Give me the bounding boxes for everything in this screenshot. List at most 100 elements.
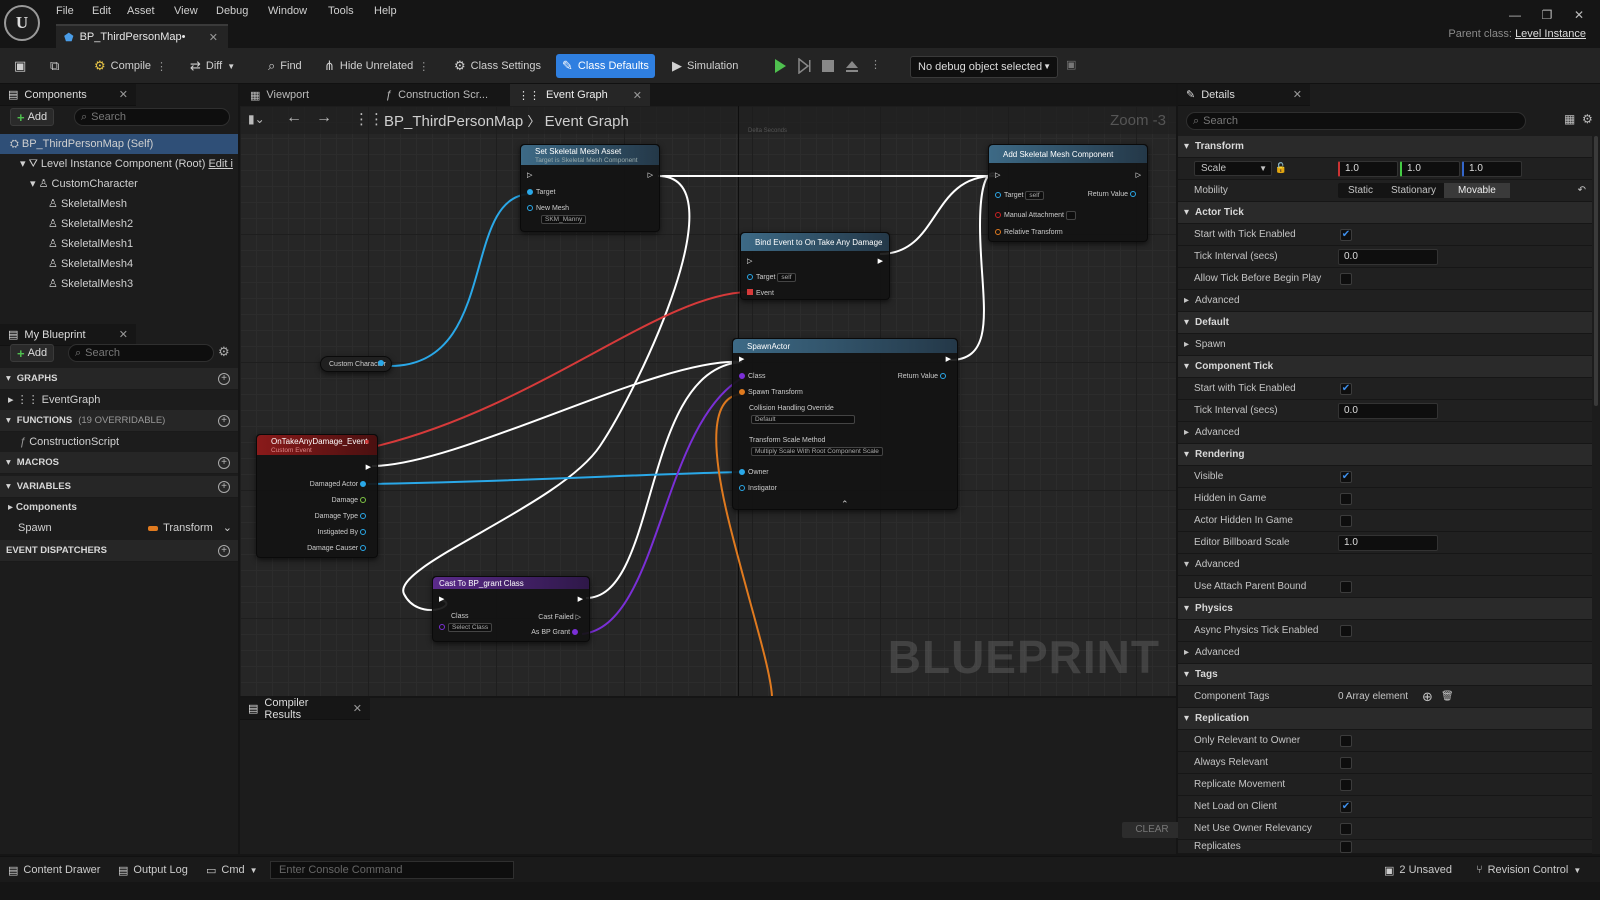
tree-item-root[interactable]: ▾ ⛛ Level Instance Component (Root) Edit… (0, 154, 238, 174)
tick-interval-2-input[interactable]: 0.0 (1338, 402, 1438, 419)
scale-method-select[interactable]: Multiply Scale With Root Component Scale (751, 447, 883, 456)
exec-in-pin[interactable]: ▶ (439, 595, 444, 603)
unreal-logo-icon[interactable]: U (4, 5, 40, 41)
class-pin[interactable]: Class (739, 373, 766, 380)
exec-in-pin[interactable]: ▷ (747, 257, 752, 265)
cast-class-select[interactable]: Select Class (439, 623, 493, 632)
close-icon[interactable]: ✕ (1293, 88, 1302, 101)
table-view-icon[interactable]: ▦ (1564, 112, 1575, 126)
components-search-input[interactable]: ⌕ Search (74, 108, 230, 126)
mesh-asset-select[interactable]: SKM_Manny (541, 215, 587, 224)
actor-hidden-checkbox[interactable] (1340, 514, 1352, 527)
graph-item-eventgraph[interactable]: ▸ ⋮⋮ EventGraph (0, 390, 238, 410)
collision-select[interactable]: Default (751, 415, 855, 424)
menu-help[interactable]: Help (374, 3, 397, 19)
scale-y-input[interactable]: 1.0 (1400, 160, 1460, 177)
add-graph-icon[interactable]: + (218, 372, 230, 385)
target-pin[interactable]: Target self (747, 273, 796, 282)
category-transform[interactable]: ▾ Transform (1178, 136, 1592, 158)
relative-transform-pin[interactable]: Relative Transform (995, 229, 1063, 236)
functions-category[interactable]: ▾ FUNCTIONS (19 OVERRIDABLE) + (0, 410, 238, 432)
tree-item-customcharacter[interactable]: ▾ ♙ CustomCharacter (0, 174, 238, 194)
variable-item-spawn[interactable]: Spawn Transform ⌄ (0, 518, 238, 538)
visible-checkbox[interactable]: ✔ (1340, 470, 1352, 483)
reset-arrow-icon[interactable]: ↶ (1578, 185, 1586, 196)
advance-frame-icon[interactable] (796, 58, 812, 74)
my-blueprint-tab[interactable]: ▤ My Blueprint ✕ (0, 324, 136, 346)
target-pin[interactable]: Target (527, 189, 555, 196)
console-input[interactable]: Enter Console Command (270, 861, 514, 879)
only-relevant-checkbox[interactable] (1340, 734, 1352, 747)
class-settings-button[interactable]: ⚙ Class Settings (448, 54, 547, 78)
tree-item-skeletalmesh3[interactable]: ♙ SkeletalMesh3 (0, 274, 238, 294)
trash-icon[interactable]: 🗑 (1441, 691, 1454, 702)
add-element-icon[interactable]: ⊕ (1422, 689, 1433, 705)
tab-viewport[interactable]: ▦ Viewport (242, 84, 309, 106)
macros-category[interactable]: ▾ MACROS + (0, 452, 238, 474)
revision-control-button[interactable]: ⑂ Revision Control ▼ (1476, 862, 1581, 878)
add-function-icon[interactable]: + (218, 414, 230, 427)
tree-item-self[interactable]: ⛭ BP_ThirdPersonMap (Self) (0, 134, 238, 154)
add-dispatcher-icon[interactable]: + (218, 544, 230, 557)
cast-failed-pin[interactable]: Cast Failed ▷ (538, 613, 581, 621)
close-icon[interactable]: ✕ (209, 31, 218, 44)
hidden-in-game-checkbox[interactable] (1340, 492, 1352, 505)
close-icon[interactable]: ✕ (119, 328, 128, 341)
graphs-category[interactable]: ▾ GRAPHS + (0, 368, 238, 390)
add-macro-icon[interactable]: + (218, 456, 230, 469)
components-tab[interactable]: ▤ Components ✕ (0, 84, 136, 106)
close-window-icon[interactable]: ✕ (1566, 4, 1592, 26)
use-attach-parent-checkbox[interactable] (1340, 580, 1352, 593)
clear-button[interactable]: CLEAR (1122, 822, 1182, 838)
menu-asset[interactable]: Asset (127, 3, 155, 19)
settings-gear-icon[interactable]: ⚙ (218, 344, 230, 360)
my-blueprint-search-input[interactable]: ⌕ Search (68, 344, 214, 362)
menu-debug[interactable]: Debug (216, 3, 248, 19)
node-spawn-actor[interactable]: SpawnActor ▶ ▶ Class Return Value Spawn … (732, 338, 958, 510)
replicates-checkbox[interactable] (1340, 840, 1352, 853)
instigator-pin[interactable]: Instigator (739, 485, 777, 492)
stop-icon[interactable] (820, 58, 836, 74)
simulation-button[interactable]: ▶ Simulation (666, 54, 744, 78)
node-add-skeletal-mesh-component[interactable]: Add Skeletal Mesh Component ▷ ▷ Target s… (988, 144, 1148, 242)
event-graph-canvas[interactable]: ▮⌄ ← → ⋮⋮ BP_ThirdPersonMap 〉 Event Grap… (240, 106, 1176, 696)
add-component-button[interactable]: + Add (10, 108, 55, 126)
owner-pin[interactable]: Owner (739, 469, 769, 476)
damaged-actor-pin[interactable]: Damaged Actor (310, 481, 369, 488)
as-bp-grant-pin[interactable]: As BP Grant (531, 629, 581, 636)
target-pin[interactable]: Target self (995, 191, 1044, 200)
menu-edit[interactable]: Edit (92, 3, 111, 19)
exec-in-pin[interactable]: ▶ (739, 355, 744, 363)
category-physics[interactable]: ▾ Physics (1178, 598, 1592, 620)
tree-item-skeletalmesh[interactable]: ♙ SkeletalMesh (0, 194, 238, 214)
mobility-stationary-option[interactable]: Stationary (1383, 183, 1444, 198)
node-cast-to[interactable]: Cast To BP_grant Class ▶ ▶ Class Cast Fa… (432, 576, 590, 642)
lock-icon[interactable]: 🔓 (1275, 163, 1287, 174)
category-component-tick[interactable]: ▾ Component Tick (1178, 356, 1592, 378)
close-icon[interactable]: ✕ (633, 89, 642, 102)
allow-tick-checkbox[interactable] (1340, 272, 1352, 285)
tab-event-graph[interactable]: ⋮⋮ Event Graph ✕ (510, 84, 650, 106)
add-blueprint-item-button[interactable]: + Add (10, 344, 55, 362)
category-rendering[interactable]: ▾ Rendering (1178, 444, 1592, 466)
output-log-button[interactable]: ▤ Output Log (118, 862, 188, 878)
billboard-scale-input[interactable]: 1.0 (1338, 534, 1438, 551)
spawn-transform-pin[interactable]: Spawn Transform (739, 389, 803, 396)
variables-category[interactable]: ▾ VARIABLES + (0, 476, 238, 498)
play-icon[interactable] (772, 58, 788, 74)
spawn-group[interactable]: ▸ Spawn (1178, 334, 1592, 356)
unsaved-button[interactable]: ▣ 2 Unsaved (1384, 862, 1452, 878)
tick-interval-input[interactable]: 0.0 (1338, 248, 1438, 265)
mobility-movable-option[interactable]: Movable (1444, 183, 1510, 198)
event-delegate-pin[interactable]: ■ (365, 439, 369, 446)
start-tick-checkbox[interactable]: ✔ (1340, 228, 1352, 241)
advanced-component-tick[interactable]: ▸ Advanced (1178, 422, 1592, 444)
variable-group-components[interactable]: ▸ Components (0, 498, 238, 518)
function-item-constructionscript[interactable]: ƒ ConstructionScript (0, 432, 238, 452)
diff-button[interactable]: ⇄ Diff ▼ (184, 54, 241, 78)
menu-window[interactable]: Window (268, 3, 307, 19)
scale-z-input[interactable]: 1.0 (1462, 160, 1522, 177)
exec-out-pin[interactable]: ▶ (946, 355, 951, 363)
exec-out-pin[interactable]: ▶ (578, 595, 583, 603)
details-search-input[interactable]: ⌕ Search (1186, 112, 1526, 130)
